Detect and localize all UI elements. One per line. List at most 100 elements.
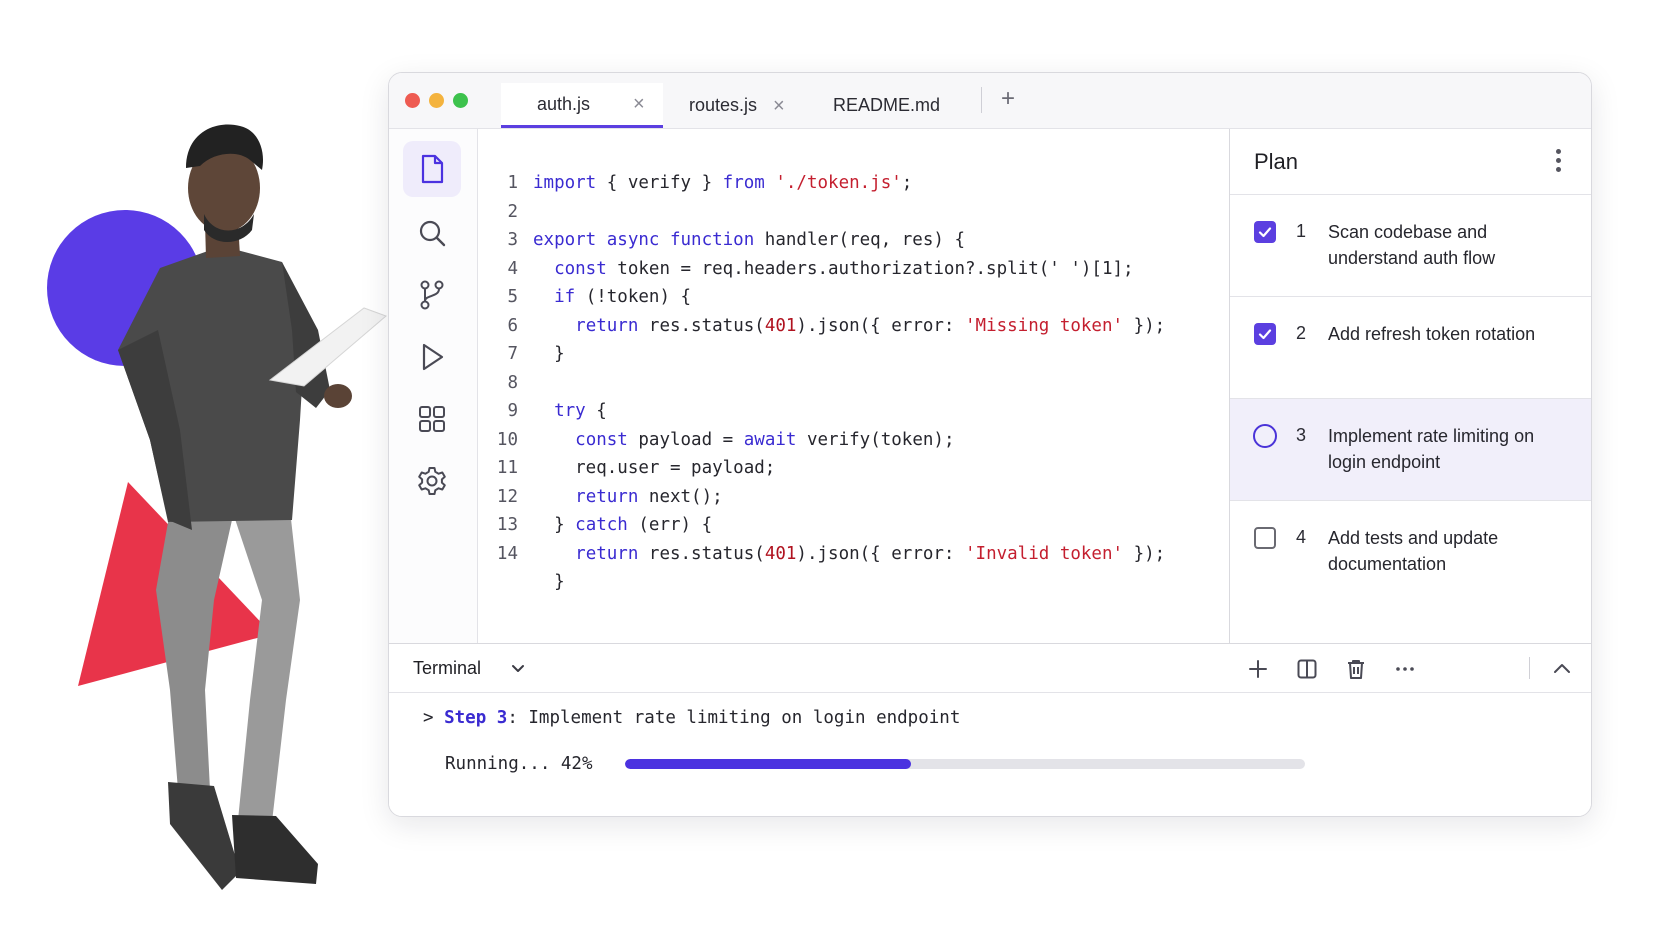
step-text: Scan codebase and understand auth flow bbox=[1328, 222, 1496, 268]
step-number: 3 bbox=[1296, 425, 1307, 445]
step-text: Add refresh token rotation bbox=[1328, 324, 1536, 344]
line-number: 12 bbox=[496, 486, 518, 507]
code-text: const token = req.headers.authorization?… bbox=[554, 258, 1134, 279]
minimize-window-button[interactable] bbox=[429, 93, 444, 108]
terminal-header: Terminal bbox=[389, 644, 1591, 693]
line-number: 4 bbox=[507, 258, 518, 279]
line-number: 3 bbox=[507, 230, 518, 250]
step-number: 4 bbox=[1296, 527, 1307, 547]
close-icon[interactable]: × bbox=[773, 96, 785, 116]
plan-item[interactable]: 1 Scan codebase and understand auth flow bbox=[1230, 195, 1591, 297]
source-control-button[interactable] bbox=[403, 267, 461, 323]
close-icon[interactable]: × bbox=[633, 94, 645, 114]
trash-icon bbox=[1348, 660, 1364, 679]
settings-icon bbox=[418, 467, 446, 495]
code-text: return next(); bbox=[575, 486, 723, 507]
line-number: 13 bbox=[496, 515, 518, 535]
line-number: 14 bbox=[496, 543, 518, 564]
line-number: 9 bbox=[507, 401, 518, 421]
code-text: const payload = await verify(token); bbox=[575, 429, 955, 450]
progress-bar-fill bbox=[625, 759, 911, 769]
running-status: Running... 42% bbox=[445, 754, 593, 774]
checkbox-checked[interactable] bbox=[1254, 323, 1276, 345]
toolbar-divider bbox=[1529, 657, 1530, 679]
step-number: 2 bbox=[1296, 323, 1307, 343]
in-progress-circle-icon[interactable] bbox=[1253, 424, 1277, 448]
tab-label: README.md bbox=[833, 95, 941, 115]
settings-button[interactable] bbox=[403, 453, 461, 509]
plan-title: Plan bbox=[1254, 149, 1299, 174]
tab-routes-js[interactable]: routes.js × bbox=[663, 83, 813, 128]
new-tab-button[interactable]: + bbox=[1001, 85, 1015, 113]
plan-header: Plan bbox=[1230, 129, 1591, 195]
explorer-button[interactable] bbox=[403, 141, 461, 197]
more-icon bbox=[1396, 667, 1414, 671]
tab-label: routes.js bbox=[689, 95, 758, 115]
terminal-title[interactable]: Terminal bbox=[413, 658, 481, 679]
extensions-icon bbox=[419, 406, 445, 432]
search-button[interactable] bbox=[403, 205, 461, 261]
code-editor[interactable]: 1 import { verify } from './token.js'; 2 3 e… bbox=[478, 129, 1220, 643]
code-text: import { verify } from './token.js'; bbox=[533, 173, 913, 193]
new-terminal-button[interactable] bbox=[1245, 656, 1271, 682]
close-window-button[interactable] bbox=[405, 93, 420, 108]
step-text: Implement rate limiting on login endpoin… bbox=[1328, 426, 1535, 472]
tab-label: auth.js bbox=[537, 93, 591, 114]
ide-window: auth.js × routes.js × README.md + 1 impo… bbox=[388, 72, 1592, 817]
extensions-button[interactable] bbox=[403, 391, 461, 447]
kebab-icon[interactable] bbox=[1556, 149, 1562, 176]
plus-icon bbox=[1249, 660, 1267, 678]
line-number: 7 bbox=[507, 344, 518, 364]
line-number: 6 bbox=[507, 315, 518, 336]
maximize-window-button[interactable] bbox=[453, 93, 468, 108]
activity-bar bbox=[389, 129, 478, 643]
code-text: return res.status(401).json({ error: 'In… bbox=[575, 543, 1166, 564]
delete-terminal-button[interactable] bbox=[1343, 656, 1369, 682]
check-icon bbox=[1258, 227, 1272, 238]
terminal-prompt-line: > Step 3: Implement rate limiting on log… bbox=[423, 708, 960, 728]
step-number: 1 bbox=[1296, 221, 1307, 241]
tab-auth-js[interactable]: auth.js × bbox=[501, 83, 663, 128]
plan-item[interactable]: 2 Add refresh token rotation bbox=[1230, 297, 1591, 399]
run-icon bbox=[422, 343, 444, 371]
run-button[interactable] bbox=[403, 329, 461, 385]
code-text: if (!token) { bbox=[554, 287, 692, 307]
line-number: 10 bbox=[496, 429, 518, 450]
collapse-panel-button[interactable] bbox=[1549, 656, 1575, 682]
file-icon bbox=[421, 154, 444, 184]
more-options-button[interactable] bbox=[1392, 656, 1418, 682]
code-text: } catch (err) { bbox=[533, 515, 713, 535]
plan-item[interactable]: 4 Add tests and update documentation bbox=[1230, 501, 1591, 603]
progress-bar bbox=[625, 759, 1305, 769]
chevron-up-icon bbox=[1554, 664, 1570, 673]
code-text: try { bbox=[554, 401, 607, 421]
line-number: 2 bbox=[507, 201, 518, 222]
code-text: req.user = payload; bbox=[533, 458, 776, 478]
plan-panel: Plan 1 Scan codebase and understand auth… bbox=[1229, 129, 1591, 643]
terminal-panel: Terminal > Step 3: Implement rate limiti… bbox=[389, 643, 1591, 816]
title-bar: auth.js × routes.js × README.md + bbox=[389, 73, 1591, 129]
code-text: } bbox=[533, 344, 565, 364]
line-number: 5 bbox=[507, 287, 518, 307]
chevron-down-icon[interactable] bbox=[509, 659, 527, 677]
split-terminal-button[interactable] bbox=[1294, 656, 1320, 682]
code-text: return res.status(401).json({ error: 'Mi… bbox=[575, 315, 1166, 336]
line-number: 8 bbox=[507, 372, 518, 393]
step-text: Add tests and update documentation bbox=[1328, 528, 1499, 574]
checkbox-unchecked[interactable] bbox=[1254, 527, 1276, 549]
search-icon bbox=[419, 220, 446, 247]
line-number: 1 bbox=[507, 173, 518, 193]
source-control-icon bbox=[420, 280, 444, 310]
step-label: Step 3 bbox=[444, 708, 508, 728]
step-description: : Implement rate limiting on login endpo… bbox=[507, 708, 961, 728]
line-number: 11 bbox=[496, 458, 518, 478]
checkbox-checked[interactable] bbox=[1254, 221, 1276, 243]
tab-readme-md[interactable]: README.md bbox=[813, 83, 973, 128]
code-text: export async function handler(req, res) … bbox=[533, 230, 965, 250]
hero-illustration bbox=[47, 124, 387, 890]
code-text: } bbox=[533, 572, 565, 592]
check-icon bbox=[1258, 329, 1272, 340]
plan-item-current[interactable]: 3 Implement rate limiting on login endpo… bbox=[1230, 399, 1591, 501]
prompt-chevron-icon: > bbox=[423, 708, 434, 728]
split-icon bbox=[1297, 659, 1317, 679]
